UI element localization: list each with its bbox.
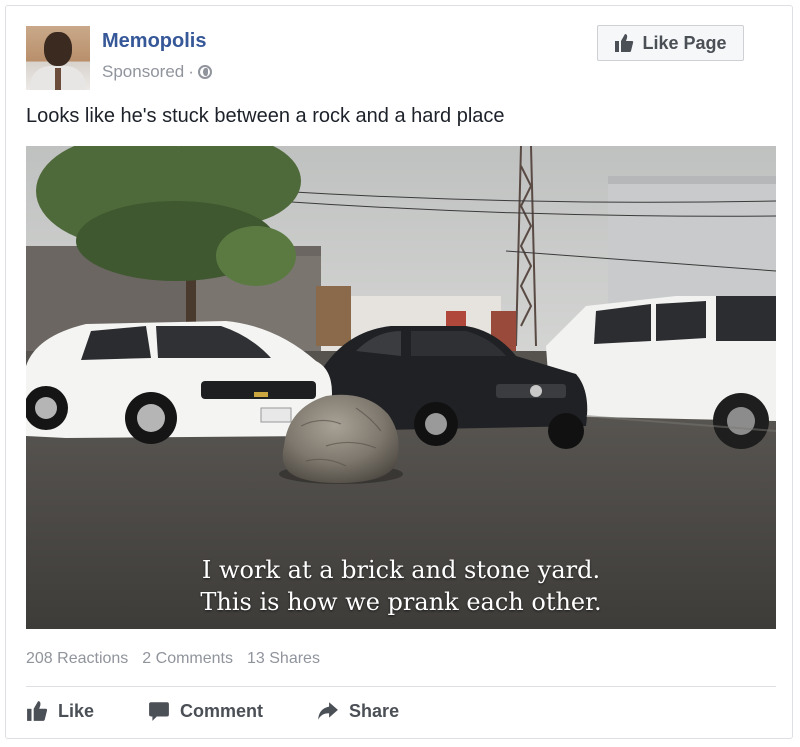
like-page-label: Like Page <box>642 32 727 53</box>
sponsored-post-card: Memopolis Sponsored · Like Page Looks li… <box>5 5 793 739</box>
page-avatar[interactable] <box>26 26 90 90</box>
thumbs-up-icon <box>615 34 634 52</box>
post-image[interactable]: I work at a brick and stone yard. This i… <box>26 146 776 629</box>
share-button[interactable]: Share <box>317 700 399 722</box>
like-button[interactable]: Like <box>26 700 94 722</box>
like-label: Like <box>58 700 95 721</box>
like-page-button[interactable]: Like Page <box>597 25 744 61</box>
shares-count[interactable]: 13 Shares <box>247 650 320 668</box>
comment-label: Comment <box>180 700 264 721</box>
sponsored-label[interactable]: Sponsored <box>102 62 184 82</box>
image-overlay-line-2: This is how we prank each other. <box>200 588 602 616</box>
globe-icon[interactable] <box>197 65 212 79</box>
separator-dot: · <box>188 62 194 81</box>
comment-bubble-icon <box>149 702 169 721</box>
engagement-stats: 208 Reactions 2 Comments 13 Shares <box>26 650 320 668</box>
image-overlay-line-1: I work at a brick and stone yard. <box>201 556 601 584</box>
post-caption: Looks like he's stuck between a rock and… <box>26 105 505 127</box>
sponsored-line: Sponsored · <box>102 62 212 82</box>
comment-button[interactable]: Comment <box>148 700 263 722</box>
post-actions: Like Comment Share <box>26 700 399 722</box>
page-name-link[interactable]: Memopolis <box>102 30 206 53</box>
share-label: Share <box>349 700 400 721</box>
comments-count[interactable]: 2 Comments <box>142 650 233 668</box>
reactions-count[interactable]: 208 Reactions <box>26 650 128 668</box>
thumbs-up-icon <box>27 701 48 721</box>
share-arrow-icon <box>318 702 338 720</box>
divider <box>26 686 776 687</box>
